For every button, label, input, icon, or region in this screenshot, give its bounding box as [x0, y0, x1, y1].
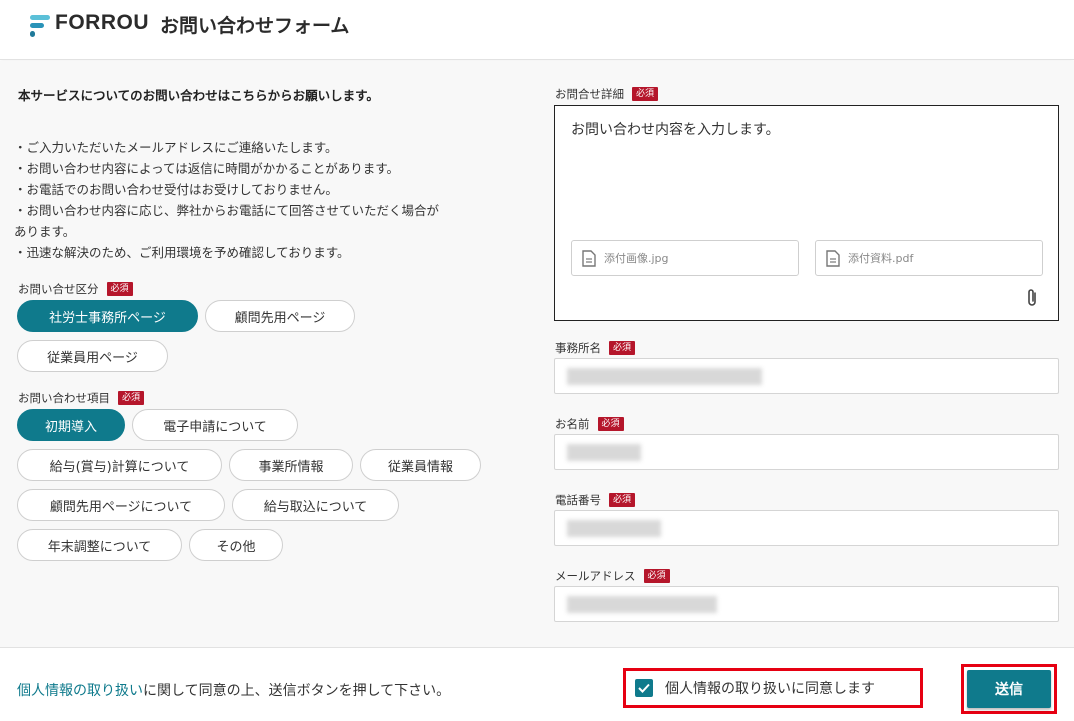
consent-notice: 個人情報の取り扱いに関して同意の上、送信ボタンを押して下さい。 [17, 680, 450, 700]
footer: 個人情報の取り扱いに関して同意の上、送信ボタンを押して下さい。 個人情報の取り扱… [0, 647, 1074, 721]
topic-option-payroll-import[interactable]: 給与取込について [232, 489, 399, 521]
email-input[interactable] [554, 586, 1059, 622]
topic-option-office-info[interactable]: 事業所情報 [229, 449, 353, 481]
required-badge: 必須 [609, 341, 636, 355]
required-badge: 必須 [118, 391, 145, 405]
file-icon [826, 249, 840, 267]
note-line: ・ご入力いただいたメールアドレスにご連絡いたします。 [14, 140, 338, 155]
note-line: ・お問い合わせ内容によっては返信に時間がかかることがあります。 [14, 161, 400, 176]
topic-option-e-filing[interactable]: 電子申請について [132, 409, 298, 441]
agree-label: 個人情報の取り扱いに同意します [665, 681, 875, 697]
redacted-value [567, 520, 661, 537]
email-label: メールアドレス 必須 [555, 568, 670, 584]
agree-checkbox-row[interactable]: 個人情報の取り扱いに同意します [623, 668, 923, 708]
name-input[interactable] [554, 434, 1059, 470]
main-content: 本サービスについてのお問い合わせはこちらからお願いします。 ・ご入力いただいたメ… [0, 61, 1074, 647]
agree-checkbox[interactable] [635, 679, 653, 697]
category-label: お問い合せ区分 必須 [18, 281, 133, 297]
notes-list: ・ご入力いただいたメールアドレスにご連絡いたします。 ・お問い合わせ内容によって… [14, 137, 514, 263]
topic-option-employee-info[interactable]: 従業員情報 [360, 449, 481, 481]
consent-notice-text: に関して同意の上、送信ボタンを押して下さい。 [143, 683, 451, 699]
required-badge: 必須 [106, 282, 133, 296]
required-badge: 必須 [609, 493, 636, 507]
forrou-logo-icon [30, 15, 50, 37]
redacted-value [567, 596, 717, 613]
attachment-image[interactable]: 添付画像.jpg [571, 240, 799, 276]
detail-text: お問い合わせ内容を入力します。 [571, 122, 780, 138]
detail-label-text: お問合せ詳細 [555, 87, 624, 101]
email-label-text: メールアドレス [555, 569, 636, 583]
note-line: ・お電話でのお問い合わせ受付はお受けしておりません。 [14, 182, 338, 197]
office-name-input[interactable] [554, 358, 1059, 394]
attachment-name: 添付資料.pdf [848, 252, 914, 265]
redacted-value [567, 444, 641, 461]
attachment-document[interactable]: 添付資料.pdf [815, 240, 1043, 276]
note-line: ・お問い合わせ内容に応じ、弊社からお電話にて回答させていただく場合が [14, 203, 440, 218]
category-label-text: お問い合せ区分 [18, 282, 99, 296]
note-line: ・迅速な解決のため、ご利用環境を予め確認しております。 [14, 245, 350, 260]
required-badge: 必須 [632, 87, 659, 101]
page-title: お問い合わせフォーム [160, 15, 350, 37]
file-icon [582, 249, 596, 267]
topic-label: お問い合わせ項目 必須 [18, 390, 145, 406]
submit-highlight: 送信 [961, 664, 1057, 714]
note-line: あります。 [14, 224, 76, 239]
intro-text: 本サービスについてのお問い合わせはこちらからお願いします。 [18, 88, 379, 103]
name-label: お名前 必須 [555, 416, 624, 432]
paperclip-icon[interactable] [1026, 288, 1038, 308]
office-label-text: 事務所名 [555, 341, 601, 355]
topic-option-client-page[interactable]: 顧問先用ページについて [17, 489, 225, 521]
name-label-text: お名前 [555, 417, 590, 431]
detail-label: お問合せ詳細 必須 [555, 86, 659, 102]
detail-textarea[interactable]: お問い合わせ内容を入力します。 添付画像.jpg 添付資料.pdf [554, 105, 1059, 321]
submit-button[interactable]: 送信 [967, 670, 1051, 708]
redacted-value [567, 368, 762, 385]
logo-text: FORROU [55, 11, 149, 34]
phone-input[interactable] [554, 510, 1059, 546]
topic-label-text: お問い合わせ項目 [18, 391, 110, 405]
required-badge: 必須 [643, 569, 670, 583]
required-badge: 必須 [597, 417, 624, 431]
topic-option-initial[interactable]: 初期導入 [17, 409, 125, 441]
phone-label: 電話番号 必須 [555, 492, 636, 508]
check-icon [638, 683, 650, 693]
topic-option-payroll[interactable]: 給与(賞与)計算について [17, 449, 222, 481]
office-label: 事務所名 必須 [555, 340, 636, 356]
category-option-client[interactable]: 顧問先用ページ [205, 300, 355, 332]
phone-label-text: 電話番号 [555, 493, 601, 507]
attachment-name: 添付画像.jpg [604, 252, 669, 265]
privacy-policy-link[interactable]: 個人情報の取り扱い [17, 683, 143, 699]
topic-option-year-end[interactable]: 年末調整について [17, 529, 182, 561]
category-option-employee[interactable]: 従業員用ページ [17, 340, 168, 372]
topic-option-other[interactable]: その他 [189, 529, 283, 561]
category-option-office[interactable]: 社労士事務所ページ [17, 300, 198, 332]
header: FORROU お問い合わせフォーム [0, 0, 1074, 60]
